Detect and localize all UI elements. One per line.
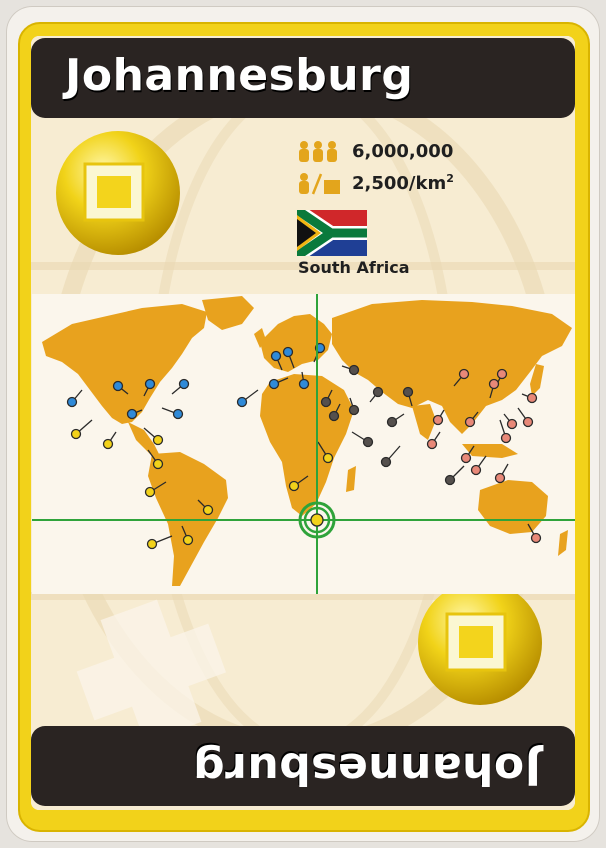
emblem-coin-top-icon xyxy=(56,131,180,255)
population-row: 6,000,000 xyxy=(296,135,454,167)
city-title: Johannesburg xyxy=(65,50,414,101)
south-africa-flag-icon xyxy=(297,210,367,256)
emblem-coin-bottom-icon xyxy=(418,581,542,705)
density-row: 2,500/km2 xyxy=(296,167,454,199)
title-banner-bottom: Johannesburg xyxy=(31,726,575,806)
city-title-inverted: Johannesburg xyxy=(192,743,541,794)
title-banner-top: Johannesburg xyxy=(31,38,575,118)
population-value: 6,000,000 xyxy=(352,140,454,162)
people-icon xyxy=(299,141,337,162)
johannesburg-pin xyxy=(310,513,324,527)
person-per-area-icon xyxy=(299,173,340,195)
world-map xyxy=(32,294,575,594)
city-stats: 6,000,000 2,500/km2 xyxy=(296,135,454,199)
country-name: South Africa xyxy=(298,258,410,277)
density-value: 2,500/km2 xyxy=(352,172,454,194)
